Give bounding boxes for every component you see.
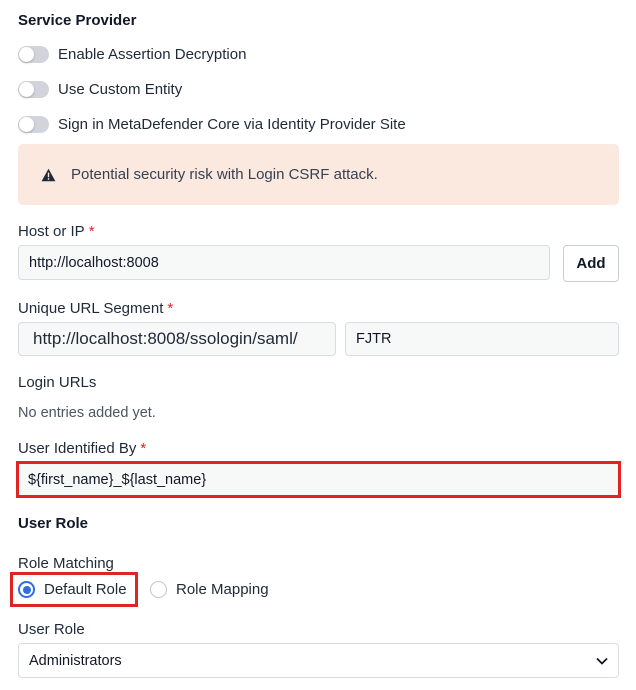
radio-button-selected[interactable] bbox=[18, 581, 35, 598]
chevron-down-icon bbox=[596, 657, 608, 665]
host-label-text: Host or IP bbox=[18, 223, 85, 240]
radio-label: Default Role bbox=[44, 581, 127, 598]
url-segment-label: Unique URL Segment * bbox=[18, 300, 173, 317]
warning-icon bbox=[41, 168, 56, 182]
login-urls-label: Login URLs bbox=[18, 374, 97, 391]
add-host-button[interactable]: Add bbox=[563, 245, 619, 282]
url-segment-label-text: Unique URL Segment bbox=[18, 300, 164, 317]
role-matching-label: Role Matching bbox=[18, 555, 114, 572]
user-identified-label-text: User Identified By bbox=[18, 440, 137, 457]
radio-label: Role Mapping bbox=[176, 581, 269, 598]
url-prefix-display: http://localhost:8008/ssologin/saml/ bbox=[18, 322, 336, 356]
toggle-row-idp-sign-in[interactable]: Sign in MetaDefender Core via Identity P… bbox=[18, 116, 406, 133]
required-mark: * bbox=[167, 300, 174, 317]
user-role-label: User Role bbox=[18, 621, 85, 638]
alert-text: Potential security risk with Login CSRF … bbox=[71, 166, 378, 183]
user-identified-label: User Identified By * bbox=[18, 440, 146, 457]
required-mark: * bbox=[140, 440, 147, 457]
url-segment-input[interactable]: FJTR bbox=[345, 322, 619, 356]
toggle-switch[interactable] bbox=[18, 81, 49, 98]
toggle-label: Use Custom Entity bbox=[58, 81, 183, 98]
toggle-switch[interactable] bbox=[18, 116, 49, 133]
user-identified-highlight: ${first_name}_${last_name} bbox=[16, 461, 621, 498]
selected-role-text: Administrators bbox=[29, 652, 122, 669]
toggle-row-custom-entity[interactable]: Use Custom Entity bbox=[18, 81, 182, 98]
host-input[interactable]: http://localhost:8008 bbox=[18, 245, 550, 280]
toggle-row-assertion-decryption[interactable]: Enable Assertion Decryption bbox=[18, 46, 246, 63]
required-mark: * bbox=[88, 223, 95, 240]
section-title-service-provider: Service Provider bbox=[18, 12, 137, 29]
radio-role-mapping[interactable]: Role Mapping bbox=[150, 581, 269, 598]
csrf-warning-alert: Potential security risk with Login CSRF … bbox=[18, 144, 619, 205]
radio-default-role[interactable]: Default Role bbox=[18, 581, 127, 598]
login-urls-empty-text: No entries added yet. bbox=[18, 405, 156, 421]
toggle-label: Sign in MetaDefender Core via Identity P… bbox=[58, 116, 406, 133]
user-role-select[interactable]: Administrators bbox=[18, 643, 619, 678]
toggle-switch[interactable] bbox=[18, 46, 49, 63]
host-label: Host or IP * bbox=[18, 223, 95, 240]
radio-button-unselected[interactable] bbox=[150, 581, 167, 598]
section-title-user-role: User Role bbox=[18, 515, 89, 532]
toggle-label: Enable Assertion Decryption bbox=[58, 46, 247, 63]
user-identified-input[interactable]: ${first_name}_${last_name} bbox=[19, 464, 618, 495]
